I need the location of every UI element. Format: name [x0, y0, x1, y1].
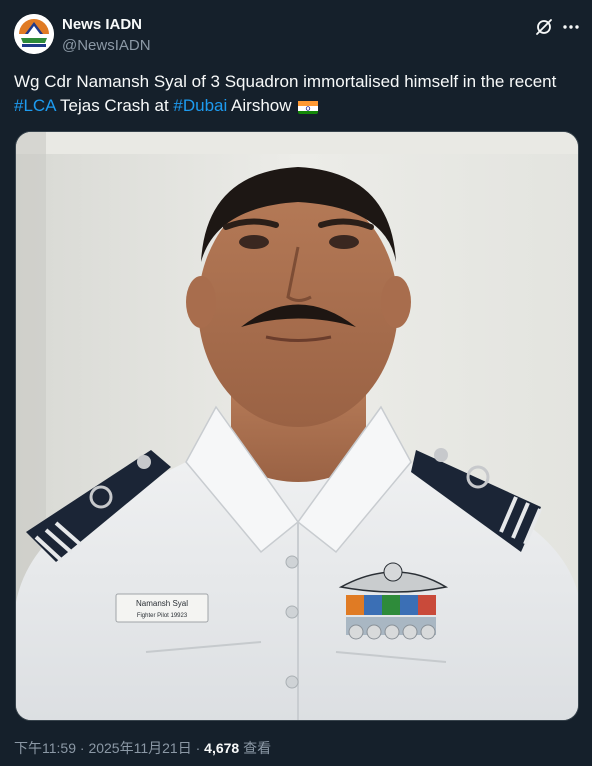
- tweet-page: News IADN @NewsIADN Wg Cdr Namansh Syal …: [0, 0, 592, 766]
- views-label: 查看: [239, 740, 272, 756]
- tweet-meta: 下午11:59 · 2025年11月21日 · 4,678 查看: [14, 738, 271, 758]
- hashtag-lca[interactable]: #LCA: [14, 96, 56, 115]
- name-plate-text: Namansh Syal: [136, 599, 188, 608]
- author-name[interactable]: News IADN: [62, 16, 142, 33]
- iadn-logo-icon: [14, 14, 54, 54]
- author-avatar[interactable]: [14, 14, 54, 54]
- tweet-text: Wg Cdr Namansh Syal of 3 Squadron immort…: [14, 70, 584, 118]
- tweet-text-start: Wg Cdr Namansh Syal of 3 Squadron immort…: [14, 72, 557, 91]
- meta-separator-2: ·: [191, 740, 205, 756]
- meta-separator: ·: [76, 740, 89, 756]
- author-handle[interactable]: @NewsIADN: [62, 37, 151, 54]
- hashtag-dubai[interactable]: #Dubai: [173, 96, 227, 115]
- more-options-icon[interactable]: [560, 16, 582, 38]
- pilot-portrait-image: Namansh Syal Fighter Pilot 19923: [16, 132, 578, 720]
- views-count: 4,678: [204, 740, 240, 756]
- tweet-time[interactable]: 下午11:59: [14, 740, 76, 756]
- name-plate-subtext: Fighter Pilot 19923: [137, 613, 188, 619]
- tweet-media-photo[interactable]: Namansh Syal Fighter Pilot 19923: [15, 131, 579, 721]
- india-flag-icon: [298, 99, 319, 114]
- grok-icon[interactable]: [533, 16, 555, 38]
- name-plate: Namansh Syal Fighter Pilot 19923: [115, 593, 209, 623]
- tweet-date[interactable]: 2025年11月21日: [88, 740, 191, 756]
- tweet-text-mid: Tejas Crash at: [55, 96, 174, 115]
- tweet-text-end: Airshow: [227, 96, 292, 115]
